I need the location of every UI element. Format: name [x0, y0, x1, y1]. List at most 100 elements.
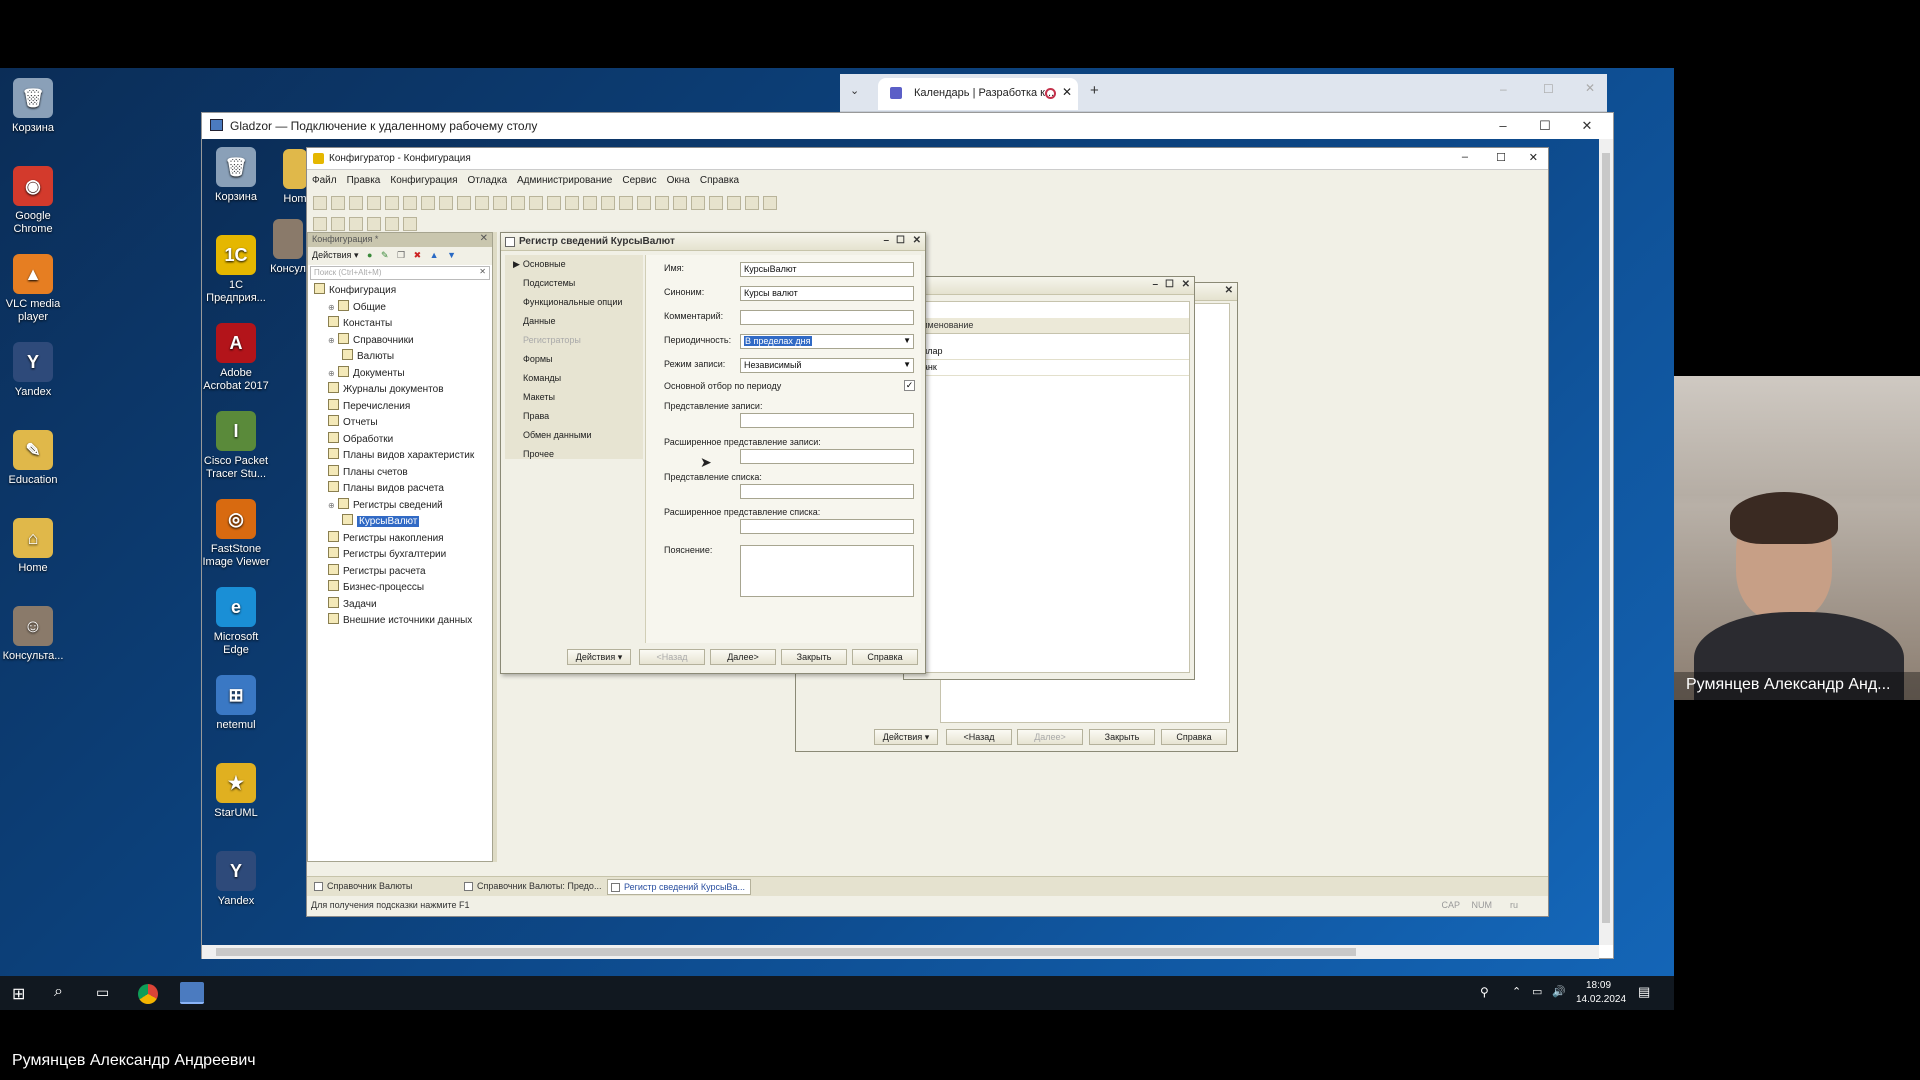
- register-nav-item[interactable]: Прочее: [523, 449, 554, 459]
- desktop-icon[interactable]: Y Yandex: [0, 342, 69, 399]
- desktop-icon[interactable]: A Adobe Acrobat 2017: [202, 323, 272, 393]
- tree-item[interactable]: Конфигурация: [314, 283, 396, 299]
- chrome-taskbar-icon[interactable]: [138, 984, 158, 1004]
- comment-field[interactable]: [740, 310, 914, 325]
- tree-item[interactable]: ⊕ Документы: [328, 365, 405, 382]
- chevron-up-icon[interactable]: ⌃: [1512, 985, 1521, 998]
- expand-icon[interactable]: ⊕: [328, 366, 336, 382]
- rdp-taskbar-icon[interactable]: [180, 982, 204, 1004]
- tree-item[interactable]: Перечисления: [328, 398, 410, 415]
- menu-item[interactable]: Файл: [307, 172, 342, 189]
- toolbar-button-icon[interactable]: [349, 196, 363, 210]
- minimize-icon[interactable]: –: [1152, 279, 1158, 290]
- expand-icon[interactable]: ⊕: [328, 333, 336, 349]
- toolbar-button-icon[interactable]: [403, 196, 417, 210]
- back-dialog-close-button[interactable]: Закрыть: [1089, 729, 1155, 745]
- toolbar-button-icon[interactable]: [529, 196, 543, 210]
- close-icon[interactable]: ✕: [1567, 113, 1607, 139]
- maximize-icon[interactable]: ☐: [1496, 151, 1506, 164]
- maximize-icon[interactable]: ☐: [896, 235, 905, 246]
- maximize-icon[interactable]: ☐: [1525, 113, 1565, 139]
- chevron-down-icon[interactable]: ▼: [903, 336, 911, 345]
- menu-item[interactable]: Сервис: [617, 172, 661, 189]
- toolbar-button-icon[interactable]: [493, 196, 507, 210]
- expand-icon[interactable]: ⊕: [328, 300, 336, 316]
- minimize-icon[interactable]: –: [1500, 82, 1507, 96]
- register-nav-item[interactable]: Функциональные опции: [523, 297, 622, 307]
- desktop-icon[interactable]: I Cisco Packet Tracer Stu...: [202, 411, 272, 481]
- tree-actions-menu[interactable]: Действия: [312, 250, 351, 260]
- tab-list-chevron-icon[interactable]: ⌄: [850, 84, 859, 97]
- tree-item[interactable]: Регистры накопления: [328, 530, 444, 547]
- minimize-icon[interactable]: –: [883, 235, 889, 246]
- explanation-field[interactable]: [740, 545, 914, 597]
- desktop-icon[interactable]: ⊞ netemul: [202, 675, 272, 732]
- close-icon[interactable]: ✕: [480, 233, 488, 244]
- notification-icon[interactable]: ▤: [1638, 984, 1650, 1000]
- register-nav-item[interactable]: Команды: [523, 373, 561, 383]
- desktop-icon[interactable]: ▲ VLC media player: [0, 254, 69, 324]
- toolbar-button-icon[interactable]: [421, 196, 435, 210]
- tree-item[interactable]: ⊕ Регистры сведений: [328, 497, 443, 514]
- toolbar-button-icon[interactable]: [331, 196, 345, 210]
- register-next-button[interactable]: Далее>: [710, 649, 776, 665]
- toolbar-button-icon[interactable]: [313, 196, 327, 210]
- tree-search-input[interactable]: Поиск (Ctrl+Alt+M) ✕: [310, 266, 490, 280]
- menu-item[interactable]: Отладка: [462, 172, 512, 189]
- chevron-down-icon[interactable]: ▼: [903, 360, 911, 369]
- table-row[interactable]: Доллар: [907, 344, 1189, 360]
- register-nav-item[interactable]: Макеты: [523, 392, 555, 402]
- tree-item[interactable]: Планы видов расчета: [328, 481, 444, 497]
- desktop-icon-consultant-partial[interactable]: Консул: [268, 219, 308, 276]
- scrollbar-thumb[interactable]: [216, 948, 1356, 956]
- register-nav-item[interactable]: Данные: [523, 316, 556, 326]
- toolbar-button-icon[interactable]: [439, 196, 453, 210]
- register-actions-button[interactable]: Действия ▾: [567, 649, 631, 665]
- menu-item[interactable]: Конфигурация: [385, 172, 462, 189]
- desktop-icon[interactable]: e Microsoft Edge: [202, 587, 272, 657]
- ext-record-repr-field[interactable]: [740, 449, 914, 464]
- close-icon[interactable]: ✕: [913, 235, 921, 246]
- tree-item[interactable]: Регистры расчета: [328, 563, 426, 580]
- tree-item[interactable]: Бизнес-процессы: [328, 580, 424, 596]
- language-indicator[interactable]: ru: [1510, 900, 1518, 910]
- tree-item[interactable]: Планы видов характеристик: [328, 448, 474, 464]
- search-icon[interactable]: ⌕: [54, 983, 63, 1001]
- toolbar-button-icon[interactable]: [367, 217, 381, 231]
- tree-item[interactable]: КурсыВалют: [342, 514, 420, 530]
- toolbar-button-icon[interactable]: [691, 196, 705, 210]
- toolbar-button-icon[interactable]: [637, 196, 651, 210]
- expand-icon[interactable]: ⊕: [328, 498, 336, 514]
- table-row[interactable]: Франк: [907, 360, 1189, 376]
- desktop-icon[interactable]: ◉ Google Chrome: [0, 166, 69, 236]
- register-nav-item[interactable]: Формы: [523, 354, 553, 364]
- periodicity-select[interactable]: В пределах дня ▼: [740, 334, 914, 349]
- tree-item[interactable]: Внешние источники данных: [328, 613, 472, 629]
- register-back-button[interactable]: <Назад: [639, 649, 705, 665]
- toolbar-button-icon[interactable]: [763, 196, 777, 210]
- synonym-field[interactable]: Курсы валют: [740, 286, 914, 301]
- column-header-name[interactable]: Наименование: [907, 318, 1189, 334]
- clock-time[interactable]: 18:09: [1586, 980, 1611, 991]
- maximize-icon[interactable]: ☐: [1165, 279, 1174, 290]
- vertical-scrollbar[interactable]: [1599, 139, 1613, 945]
- toolbar-button-icon[interactable]: [367, 196, 381, 210]
- add-icon[interactable]: ●: [367, 250, 372, 260]
- toolbar-button-icon[interactable]: [385, 217, 399, 231]
- task-view-icon[interactable]: ▭: [96, 984, 109, 1001]
- tree-item[interactable]: Регистры бухгалтерии: [328, 547, 446, 563]
- move-up-icon[interactable]: ▲: [430, 250, 439, 260]
- clock-date[interactable]: 14.02.2024: [1576, 994, 1626, 1005]
- back-dialog-actions-button[interactable]: Действия ▾: [874, 729, 938, 745]
- back-dialog-back-button[interactable]: <Назад: [946, 729, 1012, 745]
- desktop-icon[interactable]: 1С 1С Предприя...: [202, 235, 272, 305]
- window-tab[interactable]: Регистр сведений КурсыВа...: [607, 879, 751, 895]
- clear-search-icon[interactable]: ✕: [479, 267, 486, 276]
- register-nav-item[interactable]: Обмен данными: [523, 430, 592, 440]
- desktop-icon[interactable]: ★ StarUML: [202, 763, 272, 820]
- record-repr-field[interactable]: [740, 413, 914, 428]
- back-dialog-help-button[interactable]: Справка: [1161, 729, 1227, 745]
- people-icon[interactable]: ⚲: [1480, 985, 1489, 999]
- menu-item[interactable]: Администрирование: [512, 172, 617, 189]
- menu-item[interactable]: Правка: [342, 172, 386, 189]
